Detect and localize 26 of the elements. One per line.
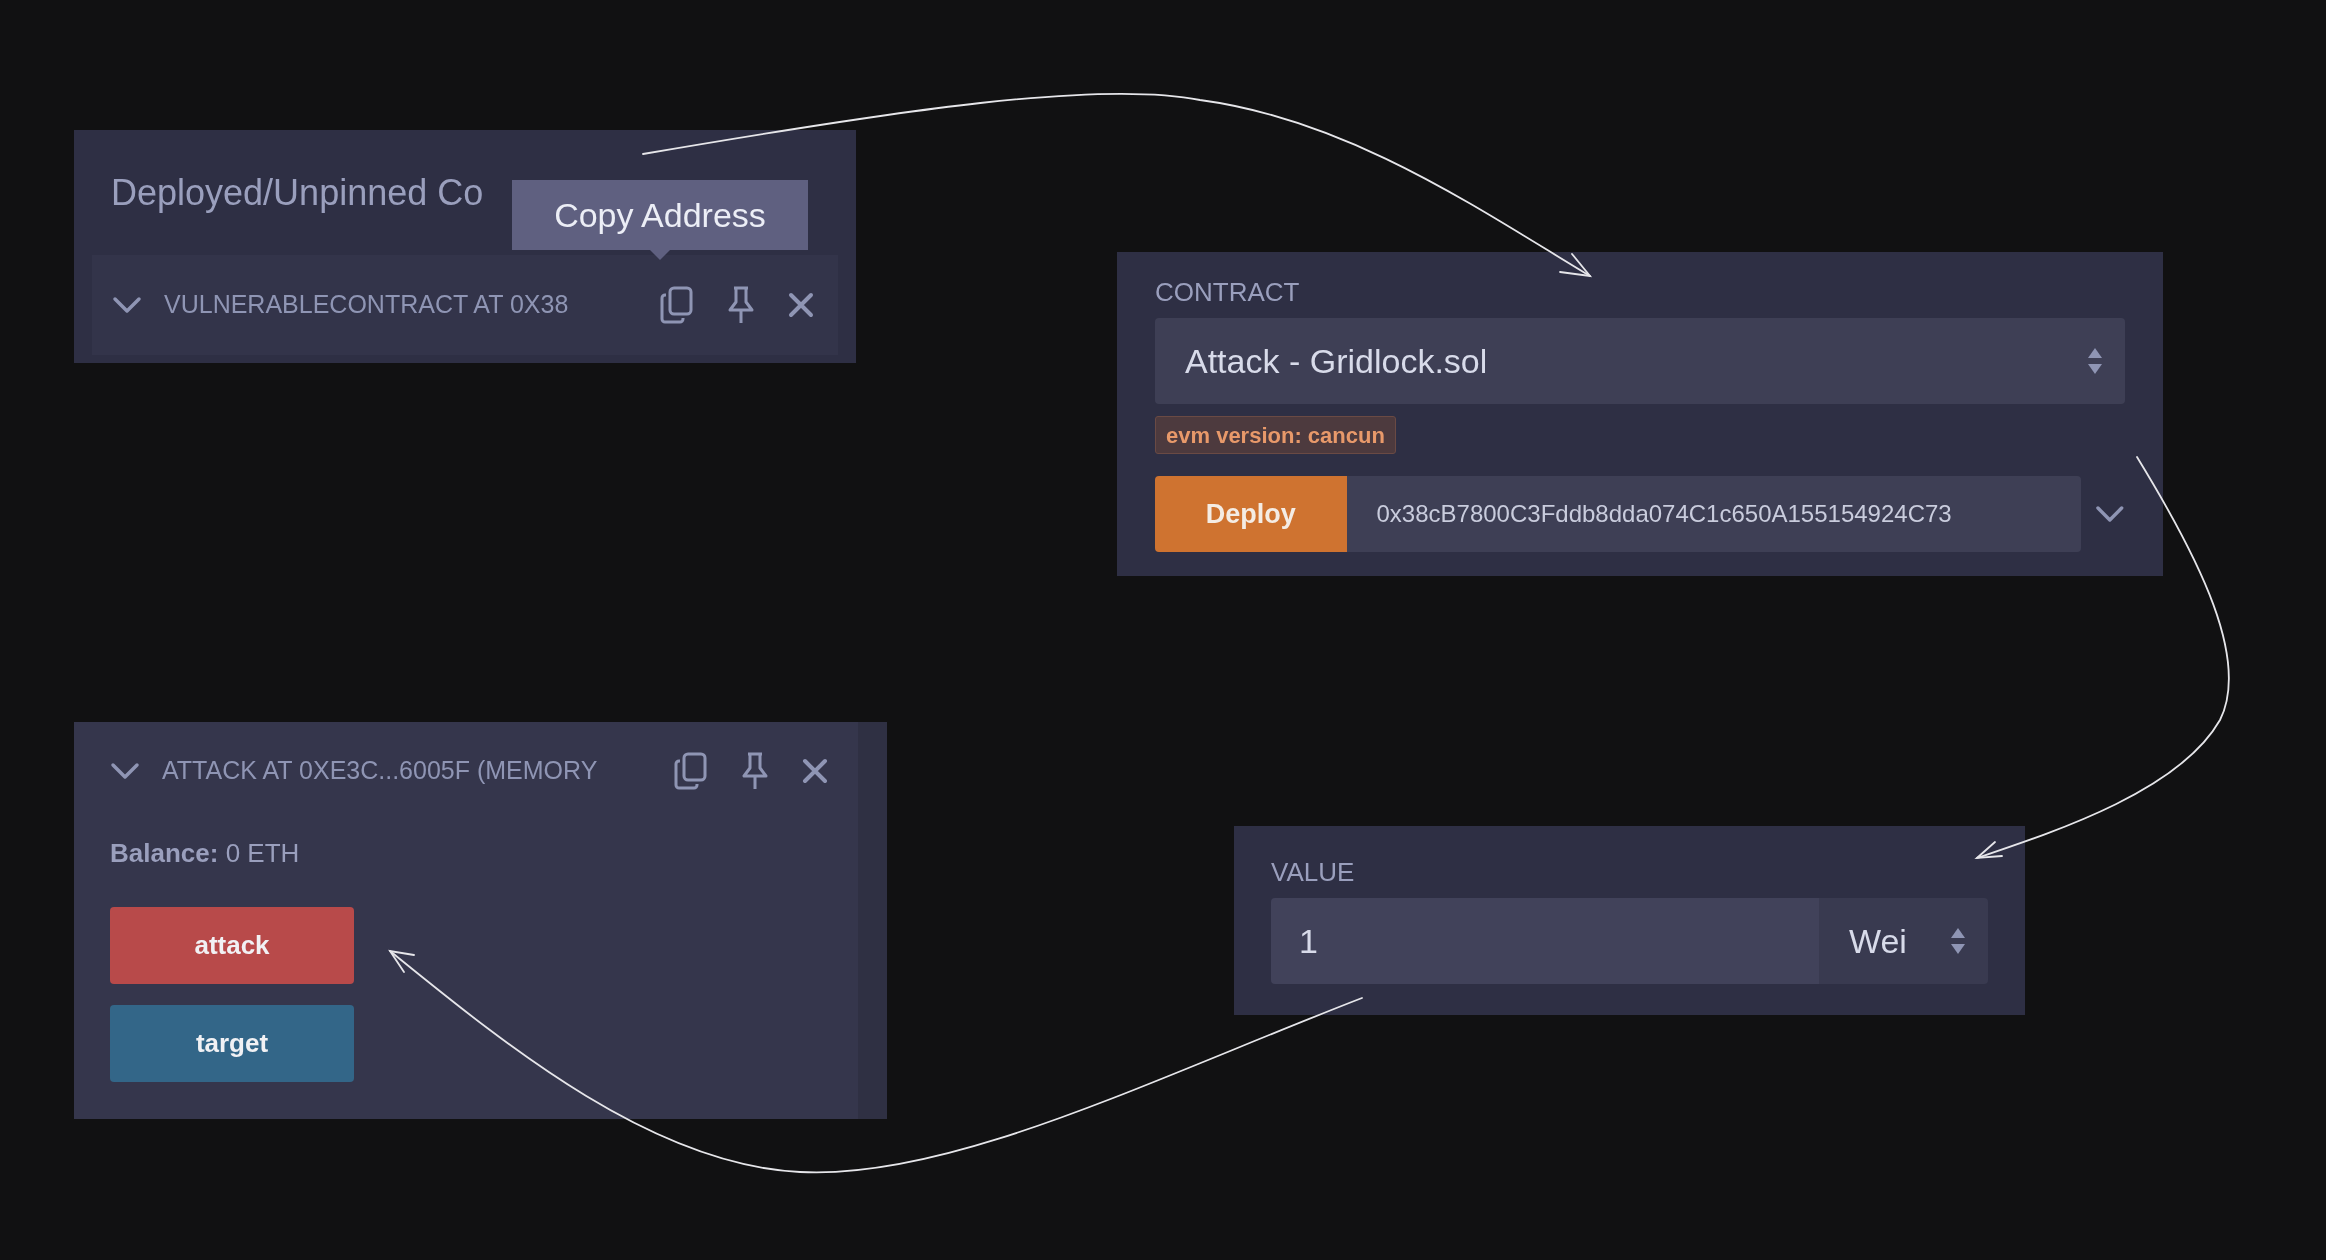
- pin-icon[interactable]: [740, 751, 770, 791]
- field-label: VALUE: [1271, 856, 1356, 888]
- instance-label: VULNERABLECONTRACT AT 0X38: [164, 289, 569, 321]
- sort-arrows-icon: [1950, 927, 1966, 955]
- field-label: CONTRACT: [1155, 276, 1301, 308]
- section-title: Deployed/Unpinned Co: [111, 170, 484, 215]
- sort-arrows-icon: [2087, 347, 2103, 375]
- contract-instance-row[interactable]: VULNERABLECONTRACT AT 0X38: [92, 255, 838, 355]
- close-icon[interactable]: [802, 758, 828, 784]
- copy-icon[interactable]: [660, 286, 694, 324]
- balance-text: Balance: 0 ETH: [110, 837, 301, 870]
- tooltip: Copy Address: [512, 180, 808, 250]
- unit-select[interactable]: Wei: [1818, 898, 1988, 984]
- contract-select[interactable]: Attack - Gridlock.sol: [1155, 318, 2125, 404]
- function-button[interactable]: target: [110, 1005, 354, 1082]
- evm-version-badge: evm version: cancun: [1155, 416, 1396, 454]
- function-button[interactable]: attack: [110, 907, 354, 984]
- pin-icon[interactable]: [726, 285, 756, 325]
- constructor-address-field[interactable]: 0x38cB7800C3Fddb8dda074C1c650A155154924C73: [1346, 476, 2082, 552]
- copy-icon[interactable]: [674, 752, 708, 790]
- chevron-down-icon[interactable]: [112, 296, 142, 314]
- chevron-down-icon[interactable]: [2095, 505, 2125, 523]
- chevron-down-icon[interactable]: [110, 762, 140, 780]
- close-icon[interactable]: [788, 292, 814, 318]
- value-field[interactable]: 1: [1271, 898, 1819, 984]
- instance-label: ATTACK AT 0XE3C...6005F (MEMORY: [162, 755, 599, 787]
